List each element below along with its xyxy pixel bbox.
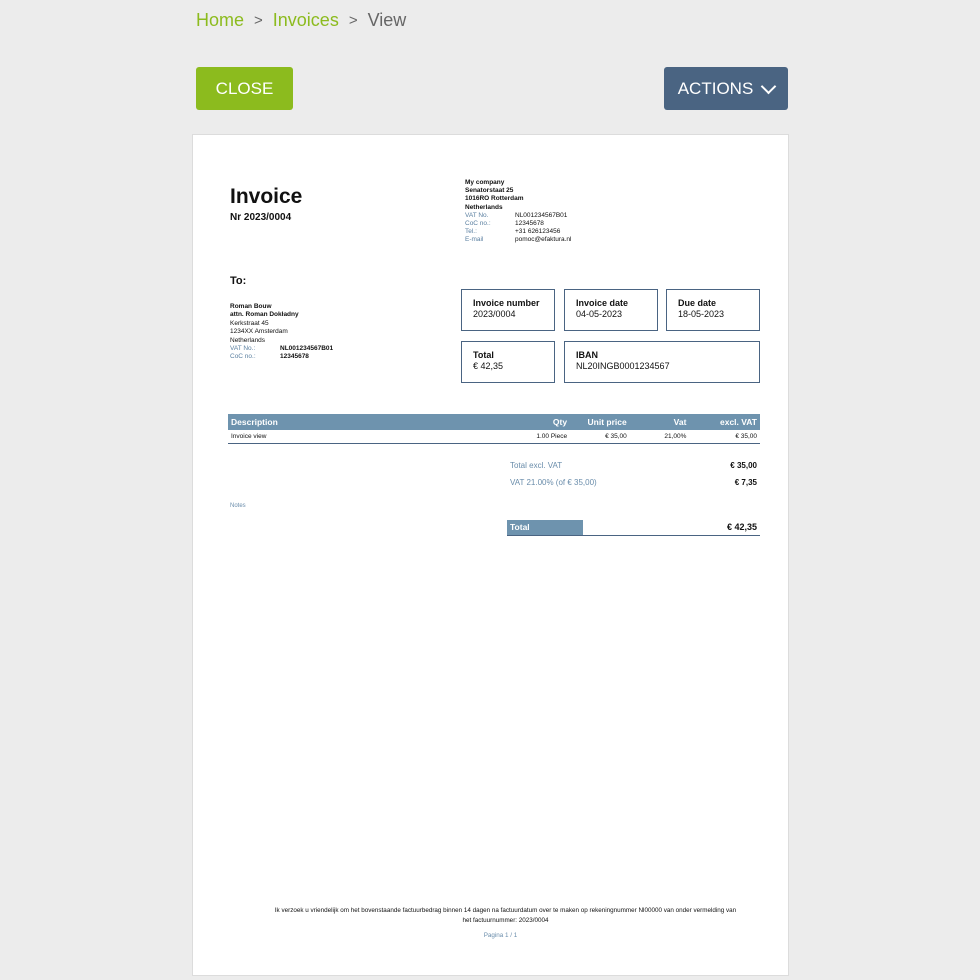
actions-button[interactable]: ACTIONS	[664, 67, 788, 110]
iban-label: IBAN	[576, 350, 598, 360]
total-box-value: € 42,35	[473, 361, 504, 371]
row-unit-price: € 35,00	[605, 433, 627, 440]
client-country: Netherlands	[230, 336, 266, 344]
invoice-date-label: Invoice date	[576, 298, 629, 308]
company-tel-value: +31 626123456	[515, 228, 561, 236]
to-label: To:	[230, 275, 247, 287]
breadcrumb-invoices[interactable]: Invoices	[273, 10, 339, 31]
breadcrumb: Home > Invoices > View	[196, 10, 406, 31]
footer-line-2: het factuurnummer: 2023/0004	[462, 917, 549, 924]
vat-summary-label: VAT 21.00% (of € 35,00)	[510, 478, 597, 487]
invoice-document: Invoice Nr 2023/0004 My company Senators…	[192, 134, 789, 976]
company-name: My company	[465, 179, 505, 186]
breadcrumb-separator: >	[254, 12, 263, 29]
payment-footer: Ik verzoek u vriendelijk om het bovensta…	[248, 906, 763, 926]
company-email-value: pomoc@efaktura.nl	[515, 236, 572, 244]
vat-summary-value: € 7,35	[734, 478, 757, 487]
client-attn: attn. Roman Dokładny	[230, 311, 299, 319]
table-row: Invoice view 1.00 Piece € 35,00 21,00% €…	[228, 430, 760, 444]
grand-total: Total € 42,35	[507, 520, 760, 536]
actions-button-label: ACTIONS	[677, 78, 754, 98]
chevron-down-icon	[761, 78, 777, 94]
invoice-number-value: 2023/0004	[473, 309, 516, 319]
header-excl-vat: excl. VAT	[719, 417, 757, 427]
invoice-date-box: Invoice date 04-05-2023	[564, 289, 658, 331]
due-date-box: Due date 18-05-2023	[666, 289, 760, 331]
close-button[interactable]: CLOSE	[196, 67, 293, 110]
client-name: Roman Bouw	[230, 303, 272, 310]
invoice-number-label: Invoice number	[473, 298, 540, 308]
breadcrumb-current: View	[367, 10, 407, 30]
invoice-number-line: Nr 2023/0004	[230, 212, 292, 223]
footer-line-1: Ik verzoek u vriendelijk om het bovensta…	[274, 907, 737, 914]
breadcrumb-home[interactable]: Home	[196, 10, 244, 31]
invoice-title: Invoice	[230, 185, 303, 208]
company-email-label: E-mail	[465, 236, 484, 244]
client-city: 1234XX Amsterdam	[230, 328, 288, 336]
client-coc-label: CoC no.:	[230, 353, 256, 361]
company-vat-value: NL001234567B01	[515, 211, 568, 219]
row-vat: 21,00%	[664, 433, 687, 440]
company-vat-label: VAT No.	[465, 211, 489, 219]
company-country: Netherlands	[465, 203, 503, 211]
invoice-date-value: 04-05-2023	[576, 309, 623, 319]
header-vat: Vat	[673, 417, 687, 427]
company-tel-label: Tel.:	[465, 228, 477, 236]
iban-value: NL20INGB0001234567	[576, 361, 670, 371]
company-details: My company Senatorstaat 25 1016RO Rotter…	[465, 179, 571, 245]
row-qty: 1.00 Piece	[536, 433, 568, 440]
client-vat-value: NL001234567B01	[280, 345, 334, 353]
total-box: Total € 42,35	[461, 341, 555, 383]
header-description: Description	[231, 417, 278, 427]
company-street: Senatorstaat 25	[465, 187, 514, 195]
total-excl-value: € 35,00	[730, 461, 757, 470]
due-date-value: 18-05-2023	[678, 309, 725, 319]
page-number: Pagina 1 / 1	[483, 932, 518, 939]
grand-total-label: Total	[507, 520, 583, 535]
due-date-label: Due date	[678, 298, 717, 308]
total-excl-label: Total excl. VAT	[510, 461, 563, 470]
breadcrumb-separator: >	[348, 12, 358, 29]
client-street: Kerkstraat 45	[230, 319, 269, 327]
company-coc-label: CoC no.:	[465, 220, 491, 228]
grand-total-value: € 42,35	[726, 522, 757, 532]
company-city: 1016RO Rotterdam	[465, 195, 524, 203]
notes-label: Notes	[230, 503, 246, 509]
table-header: Description Qty Unit price Vat excl. VAT	[228, 414, 760, 430]
row-excl-vat: € 35,00	[735, 433, 757, 440]
header-unit-price: Unit price	[587, 417, 627, 427]
total-box-label: Total	[473, 350, 494, 360]
client-vat-label: VAT No.:	[230, 345, 256, 353]
company-coc-value: 12345678	[515, 220, 544, 228]
items-table: Description Qty Unit price Vat excl. VAT…	[228, 414, 760, 444]
client-coc-value: 12345678	[280, 353, 309, 361]
iban-box: IBAN NL20INGB0001234567	[564, 341, 760, 383]
header-qty: Qty	[552, 417, 568, 427]
client-details: Roman Bouw attn. Roman Dokładny Kerkstra…	[230, 303, 333, 362]
invoice-number-box: Invoice number 2023/0004	[461, 289, 555, 331]
row-description: Invoice view	[231, 433, 267, 440]
